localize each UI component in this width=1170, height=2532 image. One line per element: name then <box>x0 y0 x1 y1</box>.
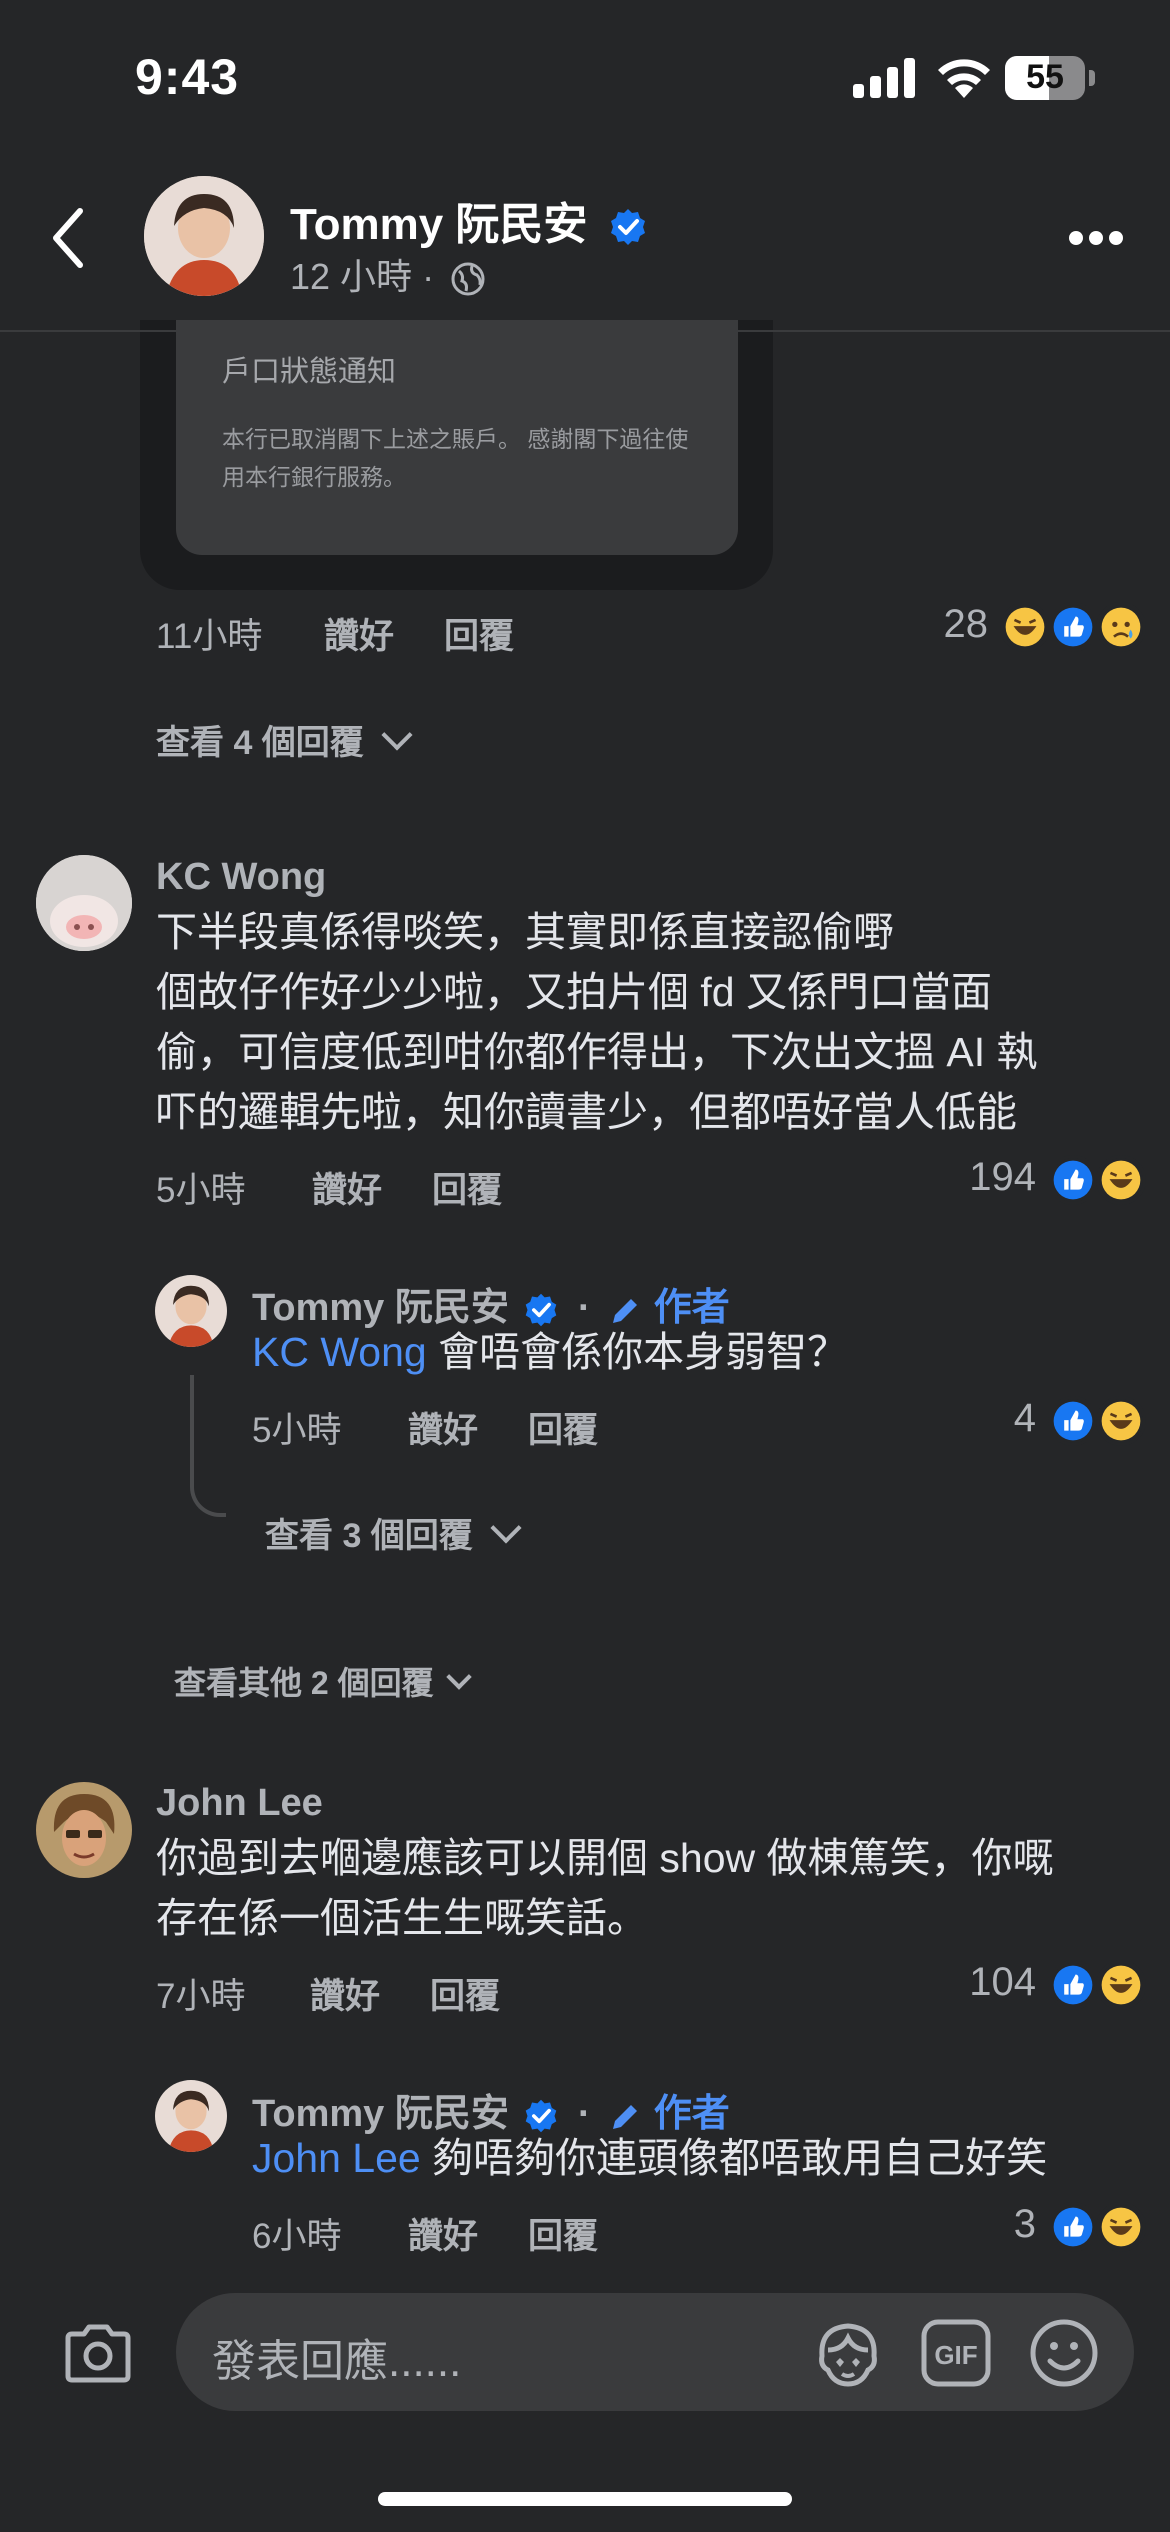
comment-input-placeholder[interactable]: 發表回應...... <box>212 2325 461 2389</box>
comment2-time: 7小時 <box>156 1977 246 2016</box>
comment1-time: 5小時 <box>156 1171 246 1210</box>
attachment-title: 戶口狀態通知 <box>222 356 397 388</box>
chevron-down-icon <box>381 719 413 751</box>
reply1-text: KC Wong 會唔會係你本身弱智？ <box>252 1322 1132 1382</box>
comment1-reply-button[interactable]: 回覆 <box>432 1162 502 1213</box>
wifi-icon <box>938 59 990 98</box>
verified-badge-icon <box>610 209 645 246</box>
reply1-meta: 5小時 讚好 回覆 <box>252 1402 652 1452</box>
reply1-avatar[interactable] <box>155 1275 227 1347</box>
avatar-sticker-icon[interactable] <box>812 2320 884 2388</box>
comment1-reactions[interactable] <box>1048 1155 1150 1207</box>
comment0-view-replies[interactable]: 查看 4 個回覆 <box>156 715 413 764</box>
haha-icon <box>1096 1960 1146 2010</box>
reply2-avatar[interactable] <box>155 2080 227 2152</box>
like-icon <box>1048 1396 1098 1446</box>
haha-icon <box>1096 1155 1146 1205</box>
home-indicator[interactable] <box>378 2492 792 2506</box>
reply2-meta: 6小時 讚好 回覆 <box>252 2208 652 2258</box>
comment1-text: 下半段真係得啖笑，其實即係直接認偷嘢 個故仔作好少少啦，又拍片個 fd 又係門口… <box>156 902 1136 1142</box>
reply2-mention[interactable]: John Lee <box>252 2135 421 2181</box>
reply1-like-button[interactable]: 讚好 <box>408 1402 478 1453</box>
more-options-icon[interactable] <box>1068 230 1124 246</box>
comment1-meta: 5小時 讚好 回覆 <box>156 1162 556 1212</box>
reply1-time: 5小時 <box>252 1411 342 1450</box>
chevron-down-icon <box>490 1512 522 1544</box>
comment2-meta: 7小時 讚好 回覆 <box>156 1968 556 2018</box>
comment0-like-button[interactable]: 讚好 <box>324 608 394 659</box>
like-icon <box>1048 1960 1098 2010</box>
reply2-reactions[interactable] <box>1048 2202 1150 2254</box>
comment1-line: 偷，可信度低到咁你都作得出，下次出文搵 AI 執 <box>156 1029 1038 1075</box>
haha-icon <box>1000 602 1050 652</box>
attachment-body: 本行已取消閣下上述之賬戶。 感謝閣下過往使用本行銀行服務。 <box>222 426 689 490</box>
battery-indicator: 55 <box>1005 56 1095 100</box>
comment1-line: 個故仔作好少少啦，又拍片個 fd 又係門口當面 <box>156 969 992 1015</box>
comment0-reactions[interactable] <box>1000 602 1150 654</box>
reply1-view-replies-label[interactable]: 查看 3 個回覆 <box>265 1517 473 1555</box>
post-time: 12 小時 <box>290 256 413 297</box>
comment2-avatar[interactable] <box>36 1782 132 1878</box>
page-title[interactable]: Tommy 阮民安 <box>290 188 648 252</box>
reply2-time: 6小時 <box>252 2217 342 2256</box>
globe-icon <box>451 262 485 296</box>
reply1-reaction-count[interactable]: 4 <box>970 1396 1036 1441</box>
comment2-line: 你過到去嗰邊應該可以開個 show 做棟篤笑，你嘅 <box>156 1835 1054 1881</box>
reply2-text: John Lee 夠唔夠你連頭像都唔敢用自己好笑 <box>252 2128 1142 2188</box>
comment0-view-replies-label[interactable]: 查看 4 個回覆 <box>156 724 364 762</box>
comment0-reaction-count[interactable]: 28 <box>900 602 989 647</box>
cellular-signal-icon <box>853 58 915 98</box>
like-icon <box>1048 602 1098 652</box>
comment2-reaction-count[interactable]: 104 <box>930 1960 1036 2005</box>
comment2-reply-button[interactable]: 回覆 <box>430 1968 500 2019</box>
thread-connector <box>190 1375 226 1517</box>
header-name[interactable]: Tommy 阮民安 <box>290 200 587 249</box>
camera-icon[interactable] <box>62 2322 134 2384</box>
reply2-like-button[interactable]: 讚好 <box>408 2208 478 2259</box>
reply1-view-replies[interactable]: 查看 3 個回覆 <box>265 1508 522 1557</box>
haha-icon <box>1096 1396 1146 1446</box>
meta-separator: · <box>422 256 435 297</box>
like-icon <box>1048 1155 1098 1205</box>
reply1-body: 會唔會係你本身弱智？ <box>426 1329 849 1375</box>
view-other-replies-label[interactable]: 查看其他 2 個回覆 <box>174 1665 434 1701</box>
svg-text:GIF: GIF <box>934 2340 977 2370</box>
comment1-author[interactable]: KC Wong <box>156 856 326 899</box>
chevron-down-icon <box>445 1664 472 1690</box>
comment0-meta: 11小時 讚好 回覆 <box>156 608 556 658</box>
reply2-body: 夠唔夠你連頭像都唔敢用自己好笑 <box>420 2135 1048 2181</box>
comment1-avatar[interactable] <box>36 855 132 951</box>
battery-level: 55 <box>1026 58 1064 96</box>
header-avatar[interactable] <box>144 176 264 296</box>
haha-icon <box>1096 2202 1146 2252</box>
comment1-line: 下半段真係得啖笑，其實即係直接認偷嘢 <box>156 909 894 955</box>
view-other-replies[interactable]: 查看其他 2 個回覆 <box>174 1658 472 1704</box>
comment2-author[interactable]: John Lee <box>156 1782 323 1825</box>
comment0-reply-button[interactable]: 回覆 <box>444 608 514 659</box>
comment2-line: 存在係一個活生生嘅笑話。 <box>156 1895 648 1941</box>
sad-icon <box>1096 602 1146 652</box>
comment2-reactions[interactable] <box>1048 1960 1150 2012</box>
reply1-mention[interactable]: KC Wong <box>252 1329 427 1375</box>
like-icon <box>1048 2202 1098 2252</box>
comment1-line: 吓的邏輯先啦，知你讀書少，但都唔好當人低能 <box>156 1089 1017 1135</box>
comment1-reaction-count[interactable]: 194 <box>930 1155 1036 1200</box>
back-arrow-icon[interactable] <box>48 205 88 271</box>
comment0-time: 11小時 <box>156 617 263 656</box>
reply1-reply-button[interactable]: 回覆 <box>528 1402 598 1453</box>
comment2-like-button[interactable]: 讚好 <box>310 1968 380 2019</box>
reply2-reaction-count[interactable]: 3 <box>970 2202 1036 2247</box>
comment2-text: 你過到去嗰邊應該可以開個 show 做棟篤笑，你嘅 存在係一個活生生嘅笑話。 <box>156 1828 1136 1948</box>
header-meta: 12 小時 · <box>290 248 486 300</box>
status-time: 9:43 <box>135 49 240 105</box>
reply1-reactions[interactable] <box>1048 1396 1150 1448</box>
emoji-icon[interactable] <box>1028 2317 1100 2389</box>
comment1-like-button[interactable]: 讚好 <box>312 1162 382 1213</box>
gif-icon[interactable]: GIF <box>920 2318 992 2388</box>
reply2-reply-button[interactable]: 回覆 <box>528 2208 598 2259</box>
header-divider <box>0 330 1170 332</box>
